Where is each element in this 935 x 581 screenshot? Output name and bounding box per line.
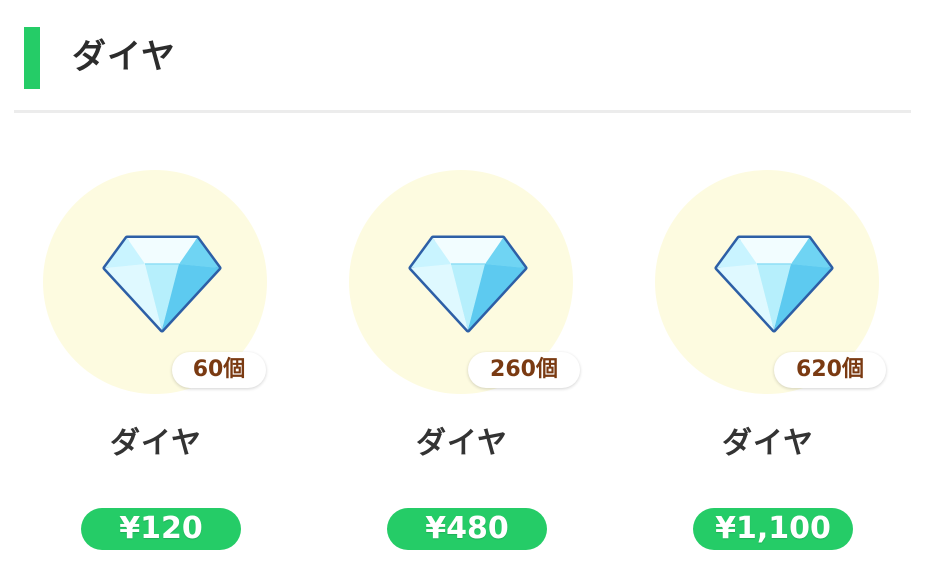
accent-bar [24,27,40,89]
product-card[interactable]: 260個 ダイヤ ¥480 [342,170,602,570]
divider [14,110,911,113]
diamond-icon [408,235,528,333]
price-button[interactable]: ¥120 [81,508,241,550]
diamond-icon [714,235,834,333]
price-button[interactable]: ¥480 [387,508,547,550]
product-name: ダイヤ [109,426,203,461]
product-name: ダイヤ [415,426,509,461]
section-title: ダイヤ [72,37,176,77]
count-badge: 60個 [172,352,266,388]
price-button[interactable]: ¥1,100 [693,508,853,550]
product-name: ダイヤ [721,426,815,461]
product-card[interactable]: 60個 ダイヤ ¥120 [36,170,296,570]
section-header: ダイヤ [0,0,935,112]
count-badge: 620個 [774,352,886,388]
product-card[interactable]: 620個 ダイヤ ¥1,100 [648,170,908,570]
diamond-icon [102,235,222,333]
count-badge: 260個 [468,352,580,388]
